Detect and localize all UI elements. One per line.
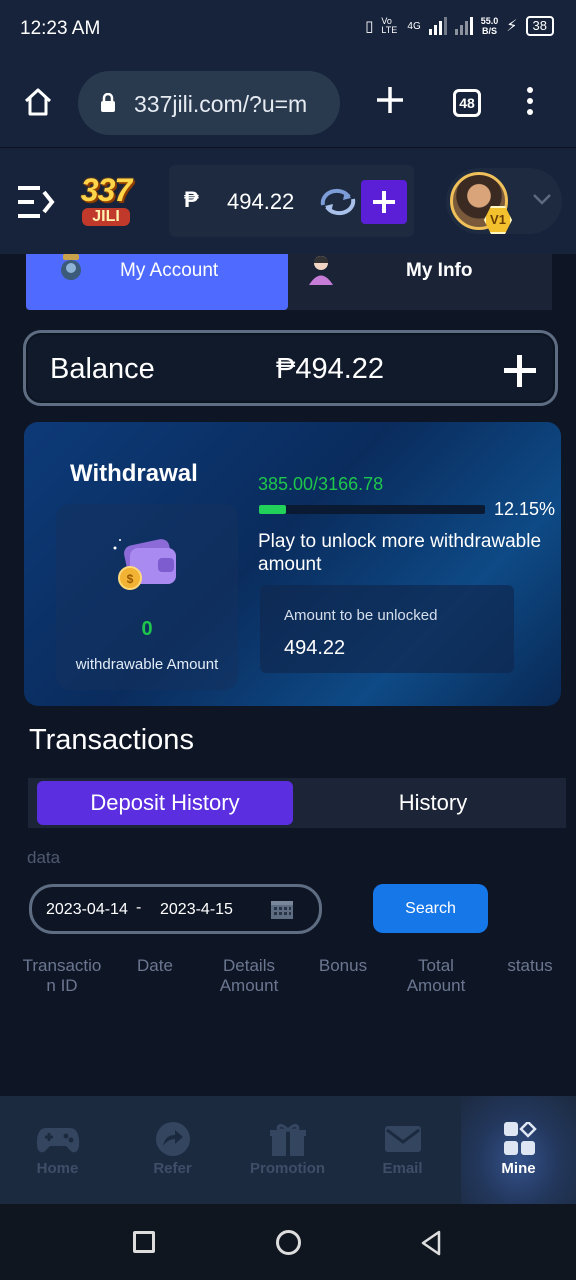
- progress-percent: 12.15%: [494, 499, 556, 519]
- logo-number: 337: [80, 172, 132, 208]
- more-options-icon[interactable]: [526, 87, 534, 117]
- column-header-bonus: Bonus: [318, 956, 368, 975]
- unlock-value: 494.22: [284, 637, 346, 659]
- net-speed-unit: B/S: [482, 26, 498, 36]
- tab-switcher-button[interactable]: 48: [453, 89, 481, 117]
- status-time: 12:23 AM: [20, 18, 101, 39]
- home-circle-icon[interactable]: [276, 1230, 301, 1255]
- nav-mine-label: Mine: [501, 1160, 536, 1177]
- account-icon: [61, 254, 81, 280]
- progress-fill: [259, 505, 287, 514]
- column-header-date: Date: [137, 956, 173, 975]
- currency-symbol: ₱: [184, 187, 199, 212]
- nav-refer-label: Refer: [153, 1160, 192, 1177]
- unlock-message: Play to unlock more withdrawable amount: [258, 531, 542, 575]
- profile-menu[interactable]: V1: [446, 168, 562, 234]
- withdrawal-title: Withdrawal: [70, 460, 198, 487]
- chevron-down-icon[interactable]: [532, 192, 552, 206]
- progress-bar: [259, 505, 485, 514]
- tab-my-account[interactable]: My Account: [26, 254, 288, 310]
- signal-icon-2: [454, 17, 473, 35]
- nav-promotion-label: Promotion: [250, 1160, 325, 1177]
- user-icon: [309, 256, 333, 285]
- url-text: 337jili.com/?u=m: [134, 91, 308, 117]
- data-label: data: [27, 848, 61, 867]
- balance-add-button[interactable]: [504, 355, 536, 387]
- site-header: 337 JILI ₱ 494.22 V1: [0, 148, 576, 254]
- new-tab-icon[interactable]: [374, 84, 406, 116]
- deposit-add-button[interactable]: [361, 180, 407, 224]
- date-separator: -: [136, 899, 142, 916]
- nav-email[interactable]: Email: [345, 1096, 460, 1204]
- column-header-status: status: [507, 956, 553, 975]
- system-nav-bar: [0, 1204, 576, 1280]
- wallet-icon: $: [113, 539, 176, 590]
- unlock-box: Amount to be unlocked 494.22: [260, 585, 514, 673]
- tab-my-account-label: My Account: [120, 260, 219, 281]
- withdrawal-card: Withdrawal $ 0 withdrawable Amount 385.0…: [24, 422, 561, 706]
- charging-icon: ⚡: [506, 18, 518, 35]
- nav-refer[interactable]: Refer: [115, 1096, 230, 1204]
- column-header-details-amount: Details Amount: [219, 956, 279, 995]
- date-end[interactable]: 2023-4-15: [160, 901, 233, 919]
- nav-promotion[interactable]: Promotion: [230, 1096, 345, 1204]
- transactions-tabs: Deposit History History: [28, 778, 566, 828]
- gift-icon: [270, 1123, 306, 1156]
- volte-label: Vo LTE: [381, 16, 398, 35]
- column-header-transaction-id: Transactio n ID: [22, 956, 102, 995]
- site-logo[interactable]: 337 JILI: [66, 172, 146, 230]
- lock-icon: [101, 93, 115, 112]
- battery-icon: 38: [525, 16, 554, 36]
- status-icons: ▯ Vo LTE 4G 55.0 B/S ⚡ 38: [365, 16, 554, 36]
- signal-icon: [428, 17, 447, 35]
- tab-deposit-history[interactable]: Deposit History: [37, 781, 293, 825]
- vibrate-icon: ▯: [365, 18, 374, 35]
- refresh-icon[interactable]: [319, 187, 357, 217]
- back-icon[interactable]: [420, 1230, 442, 1256]
- status-bar: 12:23 AM ▯ Vo LTE 4G 55.0 B/S ⚡ 38: [0, 0, 576, 58]
- network-type: 4G: [407, 20, 421, 32]
- net-speed-value: 55.0: [480, 16, 499, 26]
- search-button[interactable]: Search: [373, 884, 488, 933]
- nav-home[interactable]: Home: [0, 1096, 115, 1204]
- account-tabs: My Account My Info: [26, 254, 552, 310]
- balance-value: ₱494.22: [276, 353, 385, 385]
- column-header-total-amount: Total Amount: [406, 956, 466, 995]
- share-icon: [156, 1122, 190, 1156]
- tab-my-info-label: My Info: [406, 260, 473, 281]
- withdrawable-label: withdrawable Amount: [75, 656, 219, 673]
- recents-icon[interactable]: [133, 1231, 155, 1253]
- nav-home-label: Home: [36, 1160, 79, 1177]
- grid-diamond-icon: [504, 1122, 537, 1155]
- balance-label: Balance: [50, 353, 155, 385]
- calendar-icon[interactable]: [270, 898, 294, 920]
- progress-text: 385.00/3166.78: [258, 474, 384, 494]
- gamepad-icon: [36, 1128, 80, 1153]
- balance-card: Balance ₱494.22: [23, 330, 558, 406]
- transactions-title: Transactions: [29, 724, 194, 756]
- net-speed: 55.0 B/S: [481, 16, 499, 36]
- header-balance: 494.22: [227, 189, 295, 214]
- header-wallet: ₱ 494.22: [169, 165, 414, 237]
- nav-email-label: Email: [382, 1160, 423, 1177]
- envelope-icon: [385, 1126, 421, 1152]
- date-range-picker[interactable]: 2023-04-14 - 2023-4-15: [29, 884, 322, 934]
- address-bar[interactable]: 337jili.com/?u=m: [78, 71, 340, 135]
- unlock-label: Amount to be unlocked: [284, 607, 438, 624]
- tab-history[interactable]: History: [300, 781, 566, 825]
- menu-icon[interactable]: [16, 184, 56, 220]
- nav-mine[interactable]: Mine: [461, 1096, 576, 1204]
- svg-text:$: $: [127, 572, 134, 586]
- home-icon[interactable]: [22, 86, 54, 118]
- withdrawable-box: $ 0 withdrawable Amount: [56, 504, 238, 690]
- date-start[interactable]: 2023-04-14: [46, 901, 128, 919]
- browser-toolbar: 337jili.com/?u=m 48: [0, 58, 576, 148]
- bottom-nav: Home Refer Promotion Email Mine: [0, 1096, 576, 1204]
- logo-word: JILI: [82, 208, 130, 226]
- withdrawable-value: 0: [141, 618, 153, 640]
